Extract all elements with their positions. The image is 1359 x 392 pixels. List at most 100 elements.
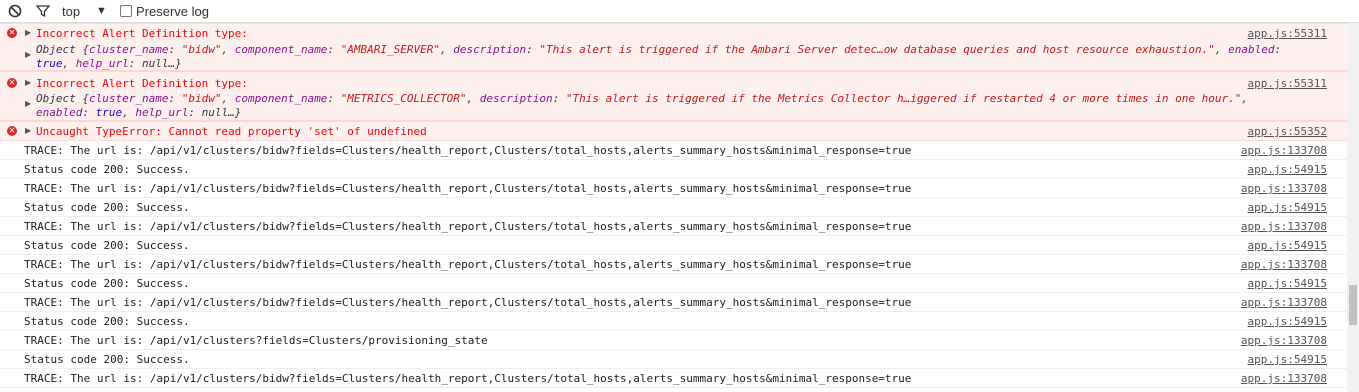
source-link[interactable]: app.js:54915 [1248, 353, 1327, 366]
object-token: enabled [36, 106, 83, 119]
error-message: Incorrect Alert Definition type: [36, 77, 248, 90]
object-token: : [168, 43, 182, 56]
log-row: TRACE: The url is: /api/v1/clusters/bidw… [0, 369, 1347, 388]
object-token: : [327, 92, 341, 105]
object-token: : [526, 43, 540, 56]
source-link[interactable]: app.js:54915 [1248, 163, 1327, 176]
object-token: : [82, 106, 96, 119]
log-message: Status code 200: Success. [24, 201, 190, 214]
preserve-log-toggle[interactable]: Preserve log [120, 0, 209, 22]
expand-triangle-icon[interactable]: ▶ [25, 28, 31, 37]
object-token: enabled [1228, 43, 1275, 56]
source-link[interactable]: app.js:133708 [1241, 220, 1327, 233]
object-token: , [466, 92, 480, 105]
log-message: TRACE: The url is: /api/v1/clusters/bidw… [24, 296, 912, 309]
source-link[interactable]: app.js:54915 [1248, 315, 1327, 328]
preserve-log-checkbox[interactable] [120, 5, 132, 17]
object-token: Object { [36, 92, 89, 105]
expand-object-icon[interactable]: ▶ [25, 50, 31, 59]
source-link[interactable]: app.js:133708 [1241, 372, 1327, 385]
console-error-row: ✕ ▶ Incorrect Alert Definition type: app… [0, 71, 1347, 121]
log-row: TRACE: The url is: /api/v1/clusters/bidw… [0, 217, 1347, 236]
log-message: TRACE: The url is: /api/v1/clusters/bidw… [24, 258, 912, 271]
scrollbar-thumb[interactable] [1349, 285, 1357, 325]
log-message: Status code 200: Success. [24, 353, 190, 366]
object-token: : [552, 92, 566, 105]
log-message: TRACE: The url is: /api/v1/clusters/bidw… [24, 372, 912, 385]
filter-icon[interactable] [36, 0, 50, 22]
error-icon: ✕ [7, 78, 17, 88]
source-link[interactable]: app.js:55311 [1248, 27, 1327, 40]
context-selector[interactable]: top [62, 0, 80, 22]
source-link[interactable]: app.js:54915 [1248, 277, 1327, 290]
log-row: Status code 200: Success. app.js:54915 [0, 274, 1347, 293]
log-row: Status code 200: Success. app.js:54915 [0, 350, 1347, 369]
object-token: , [221, 92, 235, 105]
object-preview[interactable]: Object {cluster_name: "bidw", component_… [36, 43, 1307, 71]
object-token: true [95, 106, 123, 119]
preserve-log-label: Preserve log [136, 3, 209, 19]
object-token: component_name [234, 92, 328, 105]
object-token: help_url [135, 106, 189, 119]
vertical-scrollbar[interactable] [1347, 23, 1359, 392]
source-link[interactable]: app.js:133708 [1241, 296, 1327, 309]
expand-triangle-icon[interactable]: ▶ [25, 126, 31, 135]
source-link[interactable]: app.js:55311 [1248, 77, 1327, 90]
object-token: true [36, 57, 63, 70]
object-token: : [168, 92, 182, 105]
console-messages: ✕ ▶ Incorrect Alert Definition type: app… [0, 23, 1347, 392]
error-message: Uncaught TypeError: Cannot read property… [36, 125, 427, 138]
log-row: TRACE: The url is: /api/v1/clusters/bidw… [0, 293, 1347, 312]
object-token: , [440, 43, 454, 56]
object-token: : [327, 43, 341, 56]
object-token: component_name [234, 43, 328, 56]
log-message: Status code 200: Success. [24, 315, 190, 328]
object-token: , [62, 57, 76, 70]
log-row: Status code 200: Success. app.js:54915 [0, 236, 1347, 255]
object-token: , [1241, 92, 1249, 105]
chevron-down-icon[interactable]: ▼ [96, 0, 107, 22]
log-row: Status code 200: Success. app.js:54915 [0, 160, 1347, 179]
log-message: TRACE: The url is: /api/v1/clusters?fiel… [24, 334, 488, 347]
object-token: , [1214, 43, 1229, 56]
log-message: TRACE: The url is: /api/v1/clusters/bidw… [24, 144, 912, 157]
expand-object-icon[interactable]: ▶ [25, 99, 31, 108]
object-preview[interactable]: Object {cluster_name: "bidw", component_… [36, 92, 1307, 120]
source-link[interactable]: app.js:54915 [1248, 201, 1327, 214]
object-token: : null…} [188, 106, 242, 119]
console-toolbar: top ▼ Preserve log [0, 0, 1359, 23]
source-link[interactable]: app.js:54915 [1248, 239, 1327, 252]
object-token: : null…} [128, 57, 182, 70]
clear-console-icon[interactable] [8, 0, 22, 22]
source-link[interactable]: app.js:133708 [1241, 334, 1327, 347]
log-row: Status code 200: Success. app.js:54915 [0, 312, 1347, 331]
object-token: : [1274, 43, 1282, 56]
log-row: Status code 200: Success. app.js:54915 [0, 198, 1347, 217]
object-token: "METRICS_COLLECTOR" [340, 92, 467, 105]
log-message: Status code 200: Success. [24, 239, 190, 252]
log-row: TRACE: The url is: /api/v1/clusters/bidw… [0, 141, 1347, 160]
object-token: help_url [75, 57, 129, 70]
log-row: TRACE: The url is: /api/v1/clusters/bidw… [0, 179, 1347, 198]
object-token: , [221, 43, 235, 56]
source-link[interactable]: app.js:133708 [1241, 258, 1327, 271]
console-error-row: ✕ ▶ Incorrect Alert Definition type: app… [0, 23, 1347, 71]
error-message: Incorrect Alert Definition type: [36, 27, 248, 40]
object-token: "bidw" [181, 92, 222, 105]
object-token: "AMBARI_SERVER" [340, 43, 441, 56]
log-message: TRACE: The url is: /api/v1/clusters/bidw… [24, 220, 912, 233]
console-error-row: ✕ ▶ Uncaught TypeError: Cannot read prop… [0, 121, 1347, 141]
error-icon: ✕ [7, 126, 17, 136]
source-link[interactable]: app.js:55352 [1248, 125, 1327, 138]
object-token: "This alert is triggered if the Ambari S… [539, 43, 1215, 56]
expand-triangle-icon[interactable]: ▶ [25, 78, 31, 87]
object-token: "This alert is triggered if the Metrics … [565, 92, 1242, 105]
object-token: description [453, 43, 527, 56]
log-message: Status code 200: Success. [24, 277, 190, 290]
log-message: Status code 200: Success. [24, 163, 190, 176]
object-token: cluster_name [88, 92, 169, 105]
source-link[interactable]: app.js:133708 [1241, 182, 1327, 195]
log-message: TRACE: The url is: /api/v1/clusters/bidw… [24, 182, 912, 195]
error-icon: ✕ [7, 28, 17, 38]
source-link[interactable]: app.js:133708 [1241, 144, 1327, 157]
